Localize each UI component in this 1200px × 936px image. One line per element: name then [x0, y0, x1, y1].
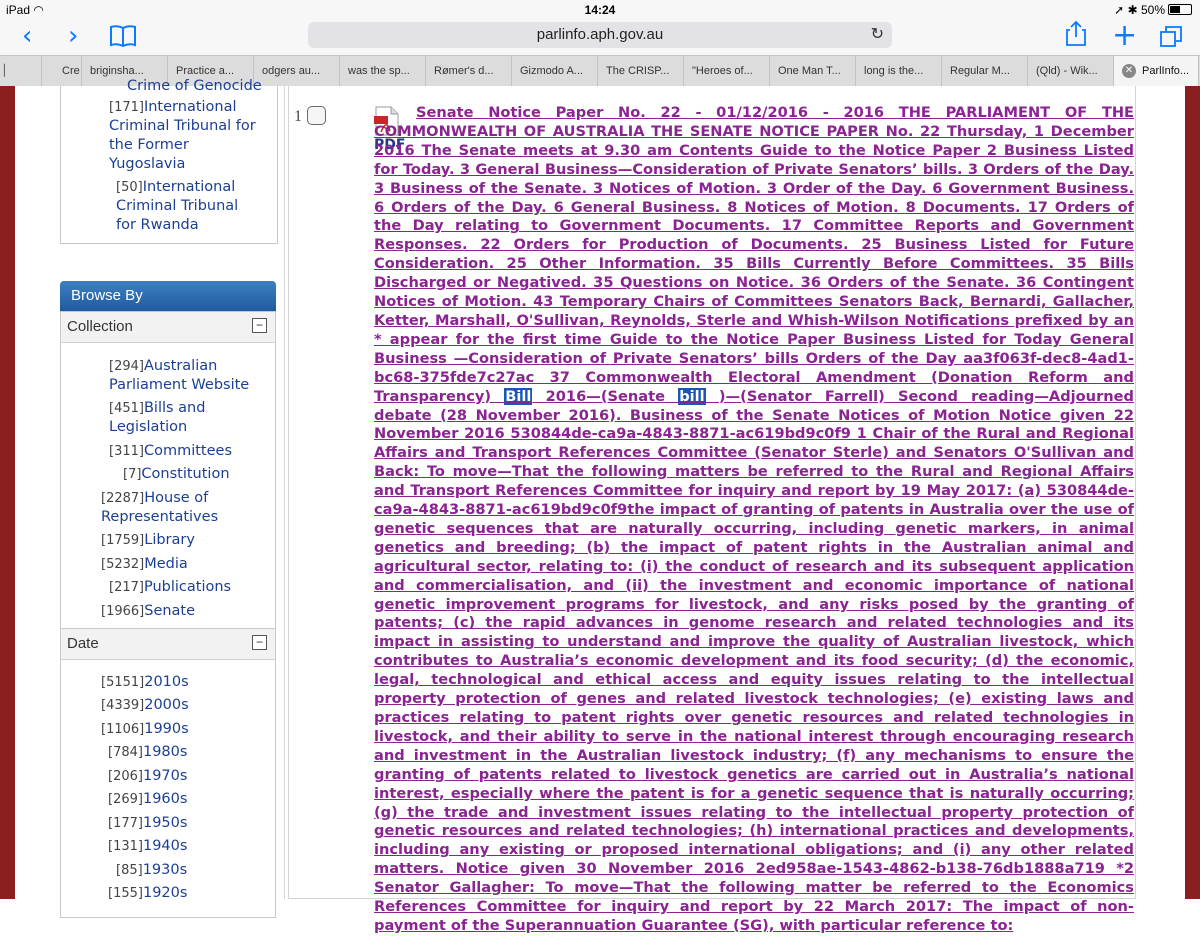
collapse-icon[interactable]: − [252, 635, 267, 650]
result-number: 1 [294, 108, 302, 125]
close-tab-icon[interactable]: ✕ [1122, 64, 1136, 79]
facet-link[interactable]: [294]Australian Parliament Website [109, 357, 269, 395]
tab[interactable]: One Man T... [770, 56, 856, 86]
page-frame-right [1185, 86, 1200, 899]
tabs-button[interactable] [1160, 24, 1182, 59]
tab[interactable]: Cre [42, 56, 82, 86]
reload-icon[interactable]: ↻ [871, 22, 884, 48]
page-frame-left [0, 86, 15, 899]
result-checkbox[interactable] [307, 106, 326, 125]
facet-link[interactable]: [177]1950s [108, 814, 187, 833]
back-button[interactable]: ‹ [22, 20, 32, 55]
tab[interactable]: Rømer's d... [426, 56, 512, 86]
bluetooth-icon: ✱ [1127, 3, 1138, 17]
forward-button[interactable]: › [68, 20, 78, 55]
tab[interactable]: was the sp... [340, 56, 426, 86]
facet-link[interactable]: [5232]Media [101, 555, 188, 574]
collapse-icon[interactable]: − [252, 318, 267, 333]
facet-link[interactable]: [50]International Criminal Tribunal for … [116, 178, 256, 235]
facet-link[interactable]: [451]Bills and Legislation [109, 399, 239, 437]
search-highlight: Bill [504, 387, 533, 405]
tabs-icon [1160, 26, 1182, 47]
facet-link[interactable]: [85]1930s [116, 861, 187, 880]
tab[interactable]: odgers au... [254, 56, 340, 86]
facet-link[interactable]: [2287]House of Representatives [101, 489, 241, 527]
tab[interactable]: "Heroes of... [684, 56, 770, 86]
result-abstract-link[interactable]: Senate Notice Paper No. 22 - 01/12/2016 … [374, 104, 1134, 936]
facet-link[interactable]: [5151]2010s [101, 673, 189, 692]
book-icon [110, 25, 136, 48]
battery-percent: 50% [1140, 3, 1165, 17]
facet-link[interactable]: Crime of Genocide [127, 77, 262, 96]
facet-link[interactable]: [155]1920s [108, 884, 187, 903]
tab[interactable]: Gizmodo A... [512, 56, 598, 86]
date-header[interactable]: Date − [61, 629, 275, 660]
address-bar[interactable]: parlinfo.aph.gov.au ↻ [308, 22, 892, 48]
tab[interactable]: Regular M... [942, 56, 1028, 86]
share-icon [1066, 20, 1086, 46]
tab[interactable]: The CRISP... [598, 56, 684, 86]
facet-link[interactable]: [1966]Senate [101, 602, 195, 621]
new-tab-button[interactable]: + [1112, 20, 1137, 55]
facet-link[interactable]: [311]Committees [109, 442, 232, 461]
location-icon: ➚ [1114, 3, 1125, 17]
tab-active[interactable]: ✕ ParlInfo... [1114, 56, 1199, 86]
battery-icon [1168, 4, 1192, 15]
facet-link[interactable]: [7]Constitution [123, 465, 230, 484]
bookmarks-button[interactable] [110, 23, 136, 58]
facet-link[interactable]: [217]Publications [109, 578, 231, 597]
facet-link[interactable]: [269]1960s [108, 790, 187, 809]
facet-link[interactable]: [1106]1990s [101, 720, 189, 739]
facet-link[interactable]: [4339]2000s [101, 696, 189, 715]
facet-link[interactable]: [1759]Library [101, 531, 195, 550]
status-bar: iPad ◠ 14:24 ➚ ✱ 50% [0, 0, 1200, 20]
browse-by-header: Browse By [60, 281, 276, 311]
collection-header[interactable]: Collection − [61, 312, 275, 343]
status-right: ➚ ✱ 50% [1114, 3, 1192, 17]
web-page: Crime of Genocide [171]International Cri… [0, 78, 1200, 934]
tab[interactable]: ▏ [0, 56, 42, 86]
url-text: parlinfo.aph.gov.au [536, 26, 664, 43]
clock: 14:24 [584, 3, 616, 17]
tab[interactable]: long is the... [856, 56, 942, 86]
facet-link[interactable]: [131]1940s [108, 837, 187, 856]
share-button[interactable] [1066, 20, 1086, 55]
tab[interactable]: (Qld) - Wik... [1028, 56, 1114, 86]
facet-link[interactable]: [784]1980s [108, 743, 187, 762]
facet-link[interactable]: [206]1970s [108, 767, 187, 786]
facet-link[interactable]: [171]International Criminal Tribunal for… [109, 98, 259, 174]
search-highlight: bill [678, 387, 706, 405]
